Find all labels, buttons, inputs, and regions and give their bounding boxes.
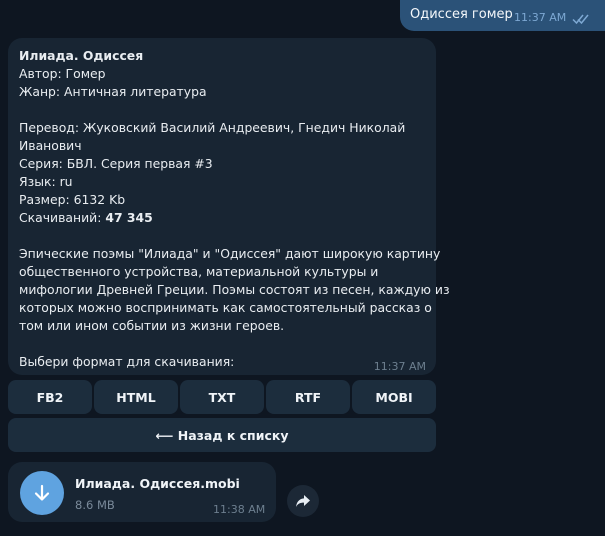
file-name: Илиада. Одиссея.mobi	[75, 476, 240, 491]
book-translation-cont: Иванович	[19, 138, 82, 153]
book-size: Размер: 6132 Kb	[19, 192, 126, 207]
outgoing-message-time: 11:37 AM	[514, 11, 567, 24]
book-description-line: общественного устройства, материальной к…	[19, 264, 379, 279]
book-info-time: 11:37 AM	[373, 360, 426, 373]
format-button-fb2[interactable]: FB2	[8, 380, 92, 414]
book-translation: Перевод: Жуковский Василий Андреевич, Гн…	[19, 120, 406, 135]
back-to-list-button[interactable]: ⟵ Назад к списку	[8, 418, 436, 452]
format-button-txt[interactable]: TXT	[180, 380, 264, 414]
book-series: Серия: БВЛ. Серия первая #3	[19, 156, 213, 171]
outgoing-message-text: Одиссея гомер	[410, 7, 513, 22]
book-author: Автор: Гомер	[19, 66, 106, 81]
book-description-line: Эпические поэмы "Илиада" и "Одиссея" даю…	[19, 246, 441, 261]
downloads-value: 47 345	[105, 210, 153, 225]
file-time: 11:38 AM	[213, 503, 266, 516]
book-description-line: том или ином событии из жизни героев.	[19, 318, 285, 333]
file-size: 8.6 MB	[75, 498, 115, 512]
format-button-html[interactable]: HTML	[94, 380, 178, 414]
book-language: Язык: ru	[19, 174, 73, 189]
share-arrow-icon[interactable]	[287, 485, 319, 517]
book-downloads: Скачиваний: 47 345	[19, 209, 429, 227]
book-genre: Жанр: Античная литература	[19, 84, 207, 99]
book-description-line: мифологии Древней Греции. Поэмы состоят …	[19, 282, 450, 297]
double-check-icon	[572, 10, 590, 29]
download-arrow-icon[interactable]	[20, 471, 64, 515]
outgoing-message[interactable]: Одиссея гомер 11:37 AM	[400, 0, 605, 31]
book-title: Илиада. Одиссея	[19, 48, 144, 63]
book-info-message[interactable]: Илиада. Одиссея Автор: Гомер Жанр: Антич…	[8, 38, 450, 375]
downloads-label: Скачиваний:	[19, 210, 102, 225]
book-info-text: Илиада. Одиссея Автор: Гомер Жанр: Антич…	[19, 47, 450, 371]
file-message[interactable]: Илиада. Одиссея.mobi 8.6 MB 11:38 AM	[8, 462, 276, 522]
format-prompt: Выбери формат для скачивания:	[19, 354, 235, 369]
format-button-mobi[interactable]: MOBI	[352, 380, 436, 414]
format-button-rtf[interactable]: RTF	[266, 380, 350, 414]
book-description-line: которых можно воспринимать как самостоят…	[19, 300, 432, 315]
